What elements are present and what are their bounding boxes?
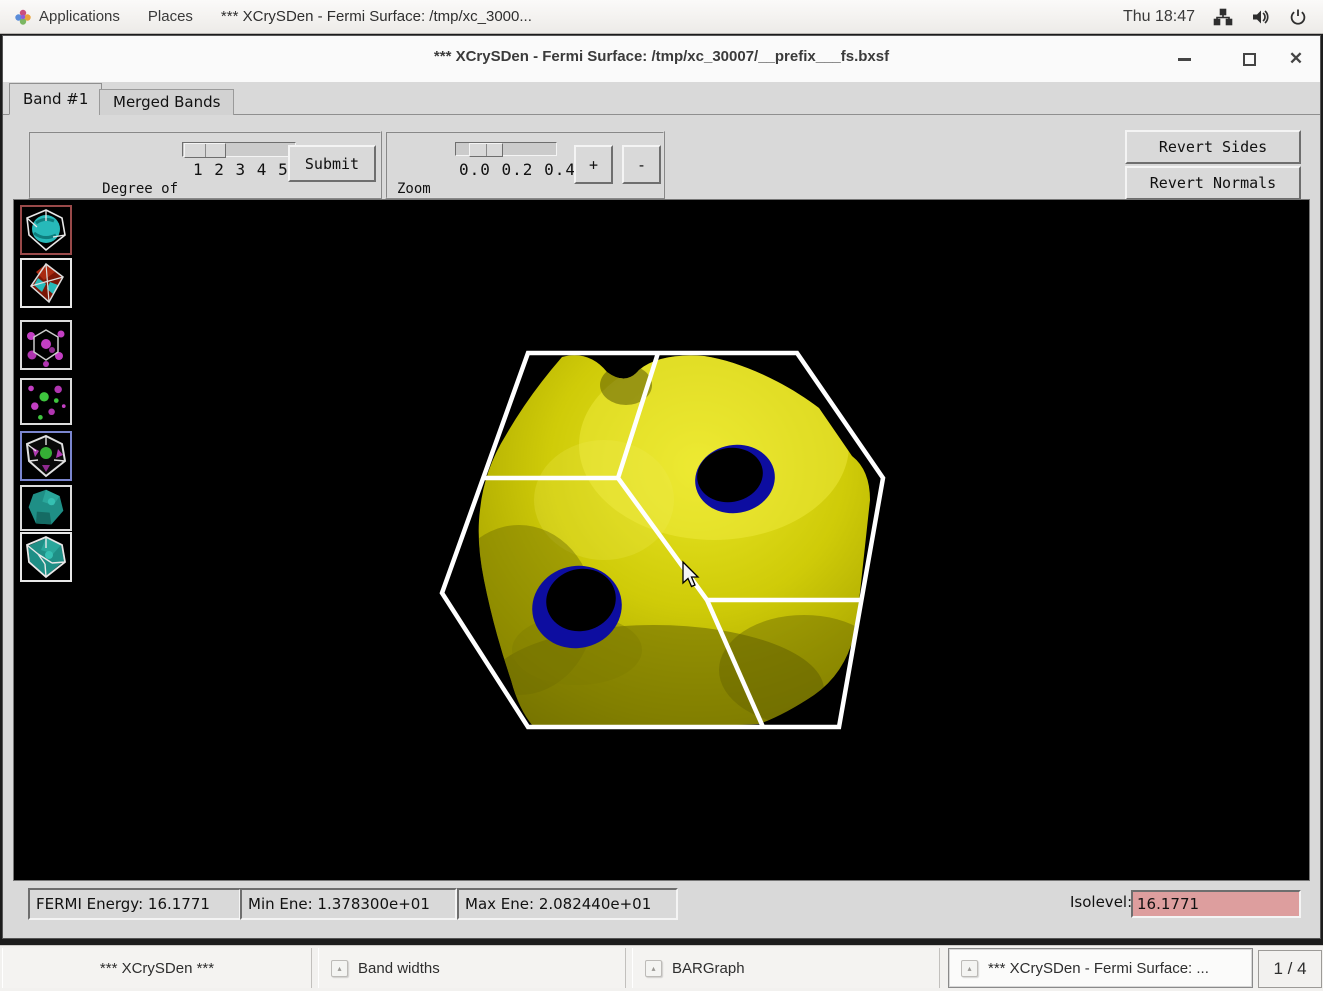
minimize-icon[interactable] <box>1171 46 1197 72</box>
zoom-out-button[interactable]: - <box>622 145 661 184</box>
desktop-taskbar: *** XCrySDen *** ▴ Band widths ▴ BARGrap… <box>0 945 1323 991</box>
window-title: *** XCrySDen - Fermi Surface: /tmp/xc_30… <box>3 48 1320 65</box>
interpolation-slider[interactable] <box>182 142 296 157</box>
tab-band-1[interactable]: Band #1 <box>9 83 102 115</box>
submit-button[interactable]: Submit <box>288 145 376 182</box>
window-mini-icon: ▴ <box>961 960 978 977</box>
fermi-surface-render <box>14 200 1309 880</box>
zoom-step-scale-ticks: 0.0 0.2 0.4 <box>459 160 576 179</box>
revert-normals-button[interactable]: Revert Normals <box>1125 166 1301 200</box>
taskbar-item-bargraph[interactable]: ▴ BARGraph <box>632 948 940 988</box>
zoom-step-slider-handle[interactable] <box>469 143 503 157</box>
places-menu[interactable]: Places <box>134 0 207 33</box>
power-icon[interactable] <box>1289 8 1307 26</box>
applications-label: Applications <box>39 8 120 25</box>
panel-active-window-title[interactable]: *** XCrySDen - Fermi Surface: /tmp/xc_30… <box>207 0 546 33</box>
isolevel-input[interactable] <box>1131 890 1301 918</box>
window-mini-icon: ▴ <box>331 960 348 977</box>
applications-menu[interactable]: Applications <box>0 0 134 33</box>
zoom-step-slider[interactable] <box>455 142 557 156</box>
min-energy-status: Min Ene: 1.378300e+01 <box>240 888 457 920</box>
band-tabbar: Band #1 Merged Bands <box>3 82 1320 115</box>
fermi-surface-viewport[interactable] <box>14 200 1309 880</box>
window-titlebar[interactable]: *** XCrySDen - Fermi Surface: /tmp/xc_30… <box>3 36 1320 83</box>
taskbar-item-xcrysden[interactable]: *** XCrySDen *** <box>2 948 312 988</box>
zoom-step-group: Zoom Step: 0.0 0.2 0.4 + - <box>385 131 665 199</box>
fermi-surface-blob <box>444 350 889 755</box>
interpolation-slider-handle[interactable] <box>184 143 226 158</box>
desktop-top-panel: Applications Places *** XCrySDen - Fermi… <box>0 0 1323 34</box>
maximize-icon[interactable] <box>1236 46 1262 72</box>
network-icon[interactable] <box>1213 8 1233 26</box>
volume-icon[interactable] <box>1251 8 1271 26</box>
isolevel-label: Isolevel: <box>1070 893 1132 911</box>
revert-sides-button[interactable]: Revert Sides <box>1125 130 1301 164</box>
workspace-pager[interactable]: 1 / 4 <box>1258 950 1322 988</box>
distro-logo-icon <box>14 8 32 26</box>
window-mini-icon: ▴ <box>645 960 662 977</box>
panel-clock[interactable]: Thu 18:47 <box>1123 8 1195 26</box>
places-label: Places <box>148 8 193 25</box>
taskbar-item-band-widths[interactable]: ▴ Band widths <box>318 948 626 988</box>
xcrysden-window: *** XCrySDen - Fermi Surface: /tmp/xc_30… <box>3 36 1320 938</box>
max-energy-status: Max Ene: 2.082440e+01 <box>457 888 678 920</box>
zoom-in-button[interactable]: + <box>574 145 613 184</box>
interpolation-group: Degree of Interpolation: 1 2 3 4 5 6 Sub… <box>28 131 382 199</box>
fermi-energy-status: FERMI Energy: 16.1771 <box>28 888 241 920</box>
close-icon[interactable]: ✕ <box>1283 46 1309 72</box>
tab-merged-bands[interactable]: Merged Bands <box>99 89 234 115</box>
taskbar-item-fermi-surface[interactable]: ▴ *** XCrySDen - Fermi Surface: ... <box>948 948 1253 988</box>
